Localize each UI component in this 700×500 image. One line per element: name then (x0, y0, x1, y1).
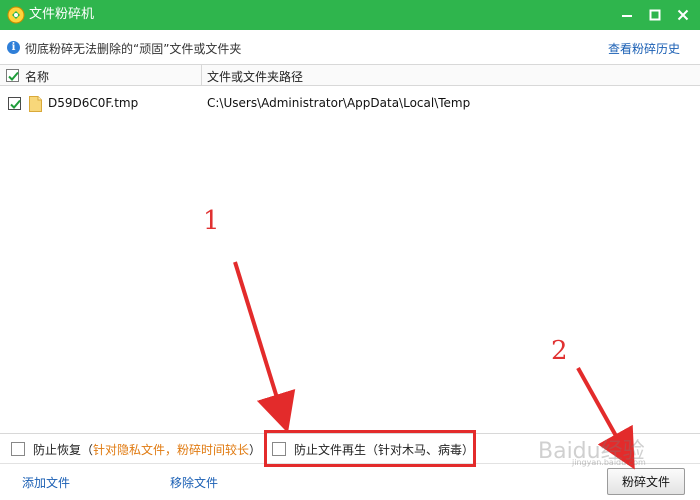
column-header-name[interactable]: 名称 (25, 68, 49, 85)
info-text: 彻底粉碎无法删除的“顽固”文件或文件夹 (25, 42, 242, 56)
remove-file-button[interactable]: 移除文件 (170, 474, 218, 491)
shredder-app-icon (7, 6, 25, 24)
shred-file-button[interactable]: 粉碎文件 (607, 468, 685, 495)
prevent-recovery-checkbox[interactable] (11, 442, 25, 456)
table-header: 名称 文件或文件夹路径 (0, 64, 700, 86)
prevent-recovery-label[interactable]: 防止恢复（针对隐私文件，粉碎时间较长） (33, 441, 261, 458)
add-file-button[interactable]: 添加文件 (22, 474, 70, 491)
column-divider[interactable] (201, 65, 202, 86)
prevent-recovery-close: ） (249, 443, 262, 457)
column-header-path[interactable]: 文件或文件夹路径 (207, 68, 303, 85)
close-icon (677, 9, 689, 21)
prevent-recovery-text: 防止恢复（ (33, 443, 94, 457)
row-checkbox[interactable] (8, 97, 21, 110)
title-bar: 文件粉碎机 (0, 0, 700, 30)
prevent-regeneration-label[interactable]: 防止文件再生（针对木马、病毒） (294, 441, 474, 458)
checkmark-icon (8, 71, 19, 81)
close-button[interactable] (668, 0, 698, 30)
info-icon: i (7, 41, 20, 54)
maximize-icon (649, 9, 661, 21)
options-bar: 防止恢复（针对隐私文件，粉碎时间较长） 防止文件再生（针对木马、病毒） (0, 433, 700, 463)
maximize-button[interactable] (640, 0, 670, 30)
info-bar: i 彻底粉碎无法删除的“顽固”文件或文件夹 查看粉碎历史 (0, 30, 700, 64)
window-title: 文件粉碎机 (29, 7, 95, 22)
prevent-recovery-note: 针对隐私文件，粉碎时间较长 (93, 443, 250, 457)
minimize-button[interactable] (612, 0, 642, 30)
file-name: D59D6C0F.tmp (48, 96, 139, 110)
table-row[interactable]: D59D6C0F.tmp C:\Users\Administrator\AppD… (0, 93, 700, 115)
view-history-link[interactable]: 查看粉碎历史 (608, 40, 680, 57)
checkmark-icon (10, 99, 21, 109)
minimize-icon (622, 15, 632, 17)
file-icon (29, 96, 42, 112)
select-all-checkbox[interactable] (6, 69, 19, 82)
bottom-bar: 添加文件 移除文件 粉碎文件 (0, 463, 700, 500)
prevent-regeneration-checkbox[interactable] (272, 442, 286, 456)
file-list[interactable]: D59D6C0F.tmp C:\Users\Administrator\AppD… (0, 87, 700, 433)
file-path: C:\Users\Administrator\AppData\Local\Tem… (207, 96, 471, 110)
